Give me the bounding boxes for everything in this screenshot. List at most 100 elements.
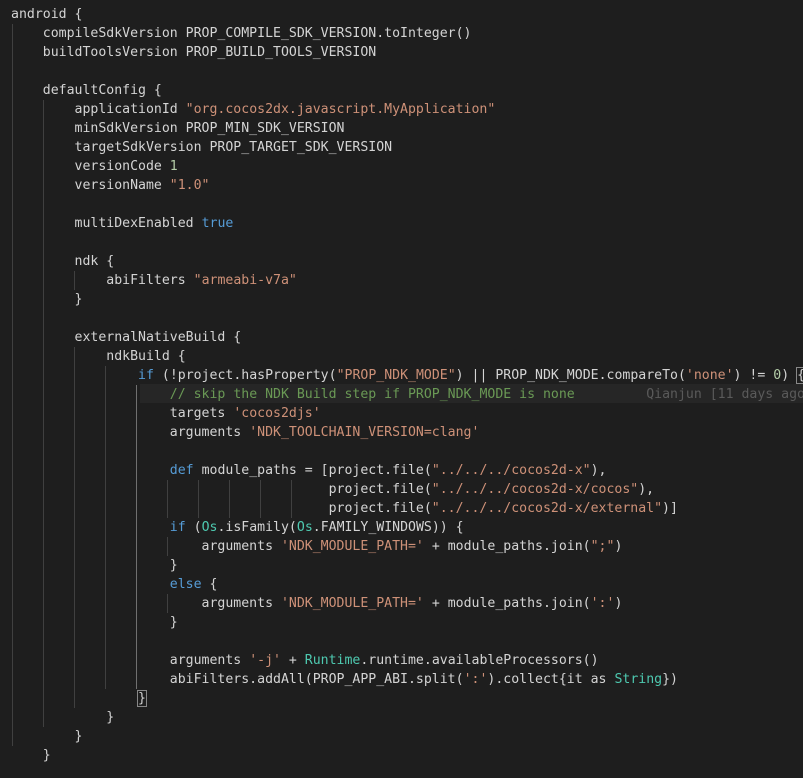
code-line[interactable]: abiFilters "armeabi-v7a" [11,271,297,290]
code-line[interactable]: targetSdkVersion PROP_TARGET_SDK_VERSION [11,138,393,157]
code-token: Runtime [304,653,361,668]
code-token: abiFilters.addAll(PROP_APP_ABI.split( [11,672,464,687]
code-line[interactable]: project.file("../../../cocos2d-x/externa… [11,499,678,518]
code-token: ), [590,463,607,478]
code-line[interactable]: arguments 'NDK_MODULE_PATH=' + module_pa… [11,537,623,556]
code-token: } [11,710,115,725]
code-token: 'none' [685,368,734,383]
code-token: { [201,577,218,592]
code-token: 'NDK_MODULE_PATH=' [280,539,424,554]
code-token: defaultConfig { [11,83,162,98]
code-token: else [169,577,202,592]
code-token: project.file( [11,482,432,497]
code-line[interactable]: android { [11,5,82,24]
code-line[interactable]: arguments 'NDK_MODULE_PATH=' + module_pa… [11,594,623,613]
code-token: compileSdkVersion PROP_COMPILE_SDK_VERSI… [11,26,472,41]
code-token: targetSdkVersion PROP_TARGET_SDK_VERSION [11,140,393,155]
code-line[interactable]: ndk { [11,252,115,271]
code-token: buildToolsVersion PROP_BUILD_TOOLS_VERSI… [11,45,377,60]
code-token: ) != [733,368,774,383]
code-token: } [11,292,83,307]
code-line[interactable]: } [11,556,178,575]
code-line[interactable]: if (!project.hasProperty("PROP_NDK_MODE"… [11,366,803,385]
code-token: module_paths = [project.file( [193,463,432,478]
code-token: ndk { [11,254,115,269]
code-token: if [169,520,186,535]
code-line[interactable]: abiFilters.addAll(PROP_APP_ABI.split(':'… [11,670,678,689]
code-line[interactable]: versionCode 1 [11,157,178,176]
code-token: "org.cocos2dx.javascript.MyApplication" [185,102,496,117]
code-line[interactable]: buildToolsVersion PROP_BUILD_TOOLS_VERSI… [11,43,376,62]
code-line[interactable]: versionName "1.0" [11,176,210,195]
code-token: def [169,463,194,478]
code-token: + module_paths.join( [423,596,591,611]
git-blame-annotation: Qianjun [11 days ago] • [646,387,803,402]
code-token: // skip the NDK Build step if PROP_NDK_M… [169,387,575,402]
code-line[interactable]: else { [11,575,218,594]
code-line[interactable]: targets 'cocos2djs' [11,404,321,423]
code-token: arguments [11,653,250,668]
code-token: '-j' [249,653,281,668]
code-token: } [11,615,178,630]
code-token: arguments [11,596,281,611]
code-line[interactable]: arguments 'NDK_TOOLCHAIN_VERSION=clang' [11,423,480,442]
code-line[interactable]: // skip the NDK Build step if PROP_NDK_M… [11,385,803,404]
code-token: (!project.hasProperty( [153,368,337,383]
code-line[interactable]: project.file("../../../cocos2d-x/cocos")… [11,480,655,499]
code-token: abiFilters [11,273,194,288]
code-token: targets [11,406,234,421]
code-line[interactable]: compileSdkVersion PROP_COMPILE_SDK_VERSI… [11,24,472,43]
code-token: ), [638,482,655,497]
code-line[interactable]: } [11,746,51,765]
code-line[interactable]: arguments '-j' + Runtime.runtime.availab… [11,651,599,670]
code-line[interactable]: applicationId "org.cocos2dx.javascript.M… [11,100,496,119]
code-line[interactable]: if (Os.isFamily(Os.FAMILY_WINDOWS)) { [11,518,464,537]
code-token: ) || PROP_NDK_MODE.compareTo( [455,368,686,383]
code-token: ( [185,520,202,535]
code-line[interactable]: externalNativeBuild { [11,328,242,347]
code-token: ':' [463,672,488,687]
code-line[interactable]: ndkBuild { [11,347,186,366]
code-token: )] [662,501,678,516]
code-line[interactable]: def module_paths = [project.file("../../… [11,461,607,480]
code-token: } [11,748,51,763]
code-token: arguments [11,539,281,554]
code-token: ':' [590,596,615,611]
code-line[interactable]: } [11,689,147,708]
code-token: ndkBuild { [11,349,186,364]
code-token: 'NDK_MODULE_PATH=' [280,596,424,611]
code-token: + [280,653,305,668]
code-line[interactable]: } [11,727,83,746]
code-token: "armeabi-v7a" [193,273,297,288]
code-line[interactable]: multiDexEnabled true [11,214,234,233]
code-token: Os [201,520,218,535]
code-line[interactable]: minSdkVersion PROP_MIN_SDK_VERSION [11,119,345,138]
code-token: } [137,690,147,707]
code-token: applicationId [11,102,186,117]
code-token: "../../../cocos2d-x/cocos" [431,482,639,497]
code-token: .isFamily( [217,520,297,535]
code-token: externalNativeBuild { [11,330,242,345]
code-token: true [201,216,234,231]
code-token: 'cocos2djs' [233,406,321,421]
code-token: { [796,367,803,384]
code-token: arguments [11,425,250,440]
code-token: 'NDK_TOOLCHAIN_VERSION=clang' [249,425,480,440]
code-line[interactable]: } [11,613,178,632]
code-token: "../../../cocos2d-x" [431,463,591,478]
code-line[interactable]: } [11,708,114,727]
code-line[interactable]: } [11,290,83,309]
code-token: project.file( [11,501,432,516]
code-token: minSdkVersion PROP_MIN_SDK_VERSION [11,121,345,136]
code-token: } [11,729,83,744]
code-editor[interactable]: android { compileSdkVersion PROP_COMPILE… [0,0,803,778]
code-token: 0 [773,368,782,383]
code-line[interactable]: defaultConfig { [11,81,162,100]
code-token: ) [614,596,623,611]
code-token: "1.0" [169,178,210,193]
